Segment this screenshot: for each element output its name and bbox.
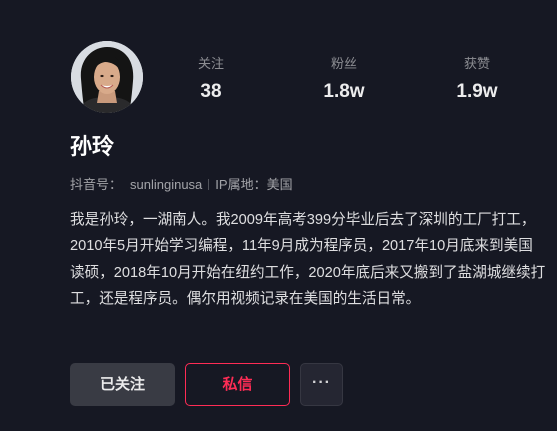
stat-following-label: 关注 <box>197 56 224 71</box>
profile-header: 关注 38 粉丝 1.8w 获赞 1.9w 孙玲 抖音号： sunlinginus… <box>0 0 557 431</box>
douyin-id-label: 抖音号： <box>70 177 123 192</box>
stat-likes-label: 获赞 <box>463 56 490 71</box>
followed-button[interactable]: 已关注 <box>70 363 175 406</box>
stat-followers[interactable]: 粉丝 1.8w <box>284 56 404 104</box>
stat-likes[interactable]: 获赞 1.9w <box>417 56 537 104</box>
douyin-id: sunlinginusa <box>130 177 203 192</box>
stat-followers-label: 粉丝 <box>330 56 357 71</box>
profile-meta: 抖音号： sunlinginusa IP属地：美国 <box>70 176 293 194</box>
profile-bio: 我是孙玲，一湖南人。我2009年高考399分毕业后去了深圳的工厂打工，2010年… <box>70 212 546 308</box>
message-button[interactable]: 私信 <box>185 363 290 406</box>
stat-following[interactable]: 关注 38 <box>151 56 271 104</box>
stats-bar: 关注 38 粉丝 1.8w 获赞 1.9w <box>0 56 557 106</box>
stat-following-value: 38 <box>200 81 222 102</box>
profile-name: 孙玲 <box>70 134 115 159</box>
ip-location: IP属地：美国 <box>215 177 293 192</box>
meta-divider <box>208 179 210 190</box>
more-icon: ··· <box>312 374 331 391</box>
stat-followers-value: 1.8w <box>323 81 365 102</box>
stat-likes-value: 1.9w <box>456 81 498 102</box>
more-options-button[interactable]: ··· <box>300 363 343 406</box>
